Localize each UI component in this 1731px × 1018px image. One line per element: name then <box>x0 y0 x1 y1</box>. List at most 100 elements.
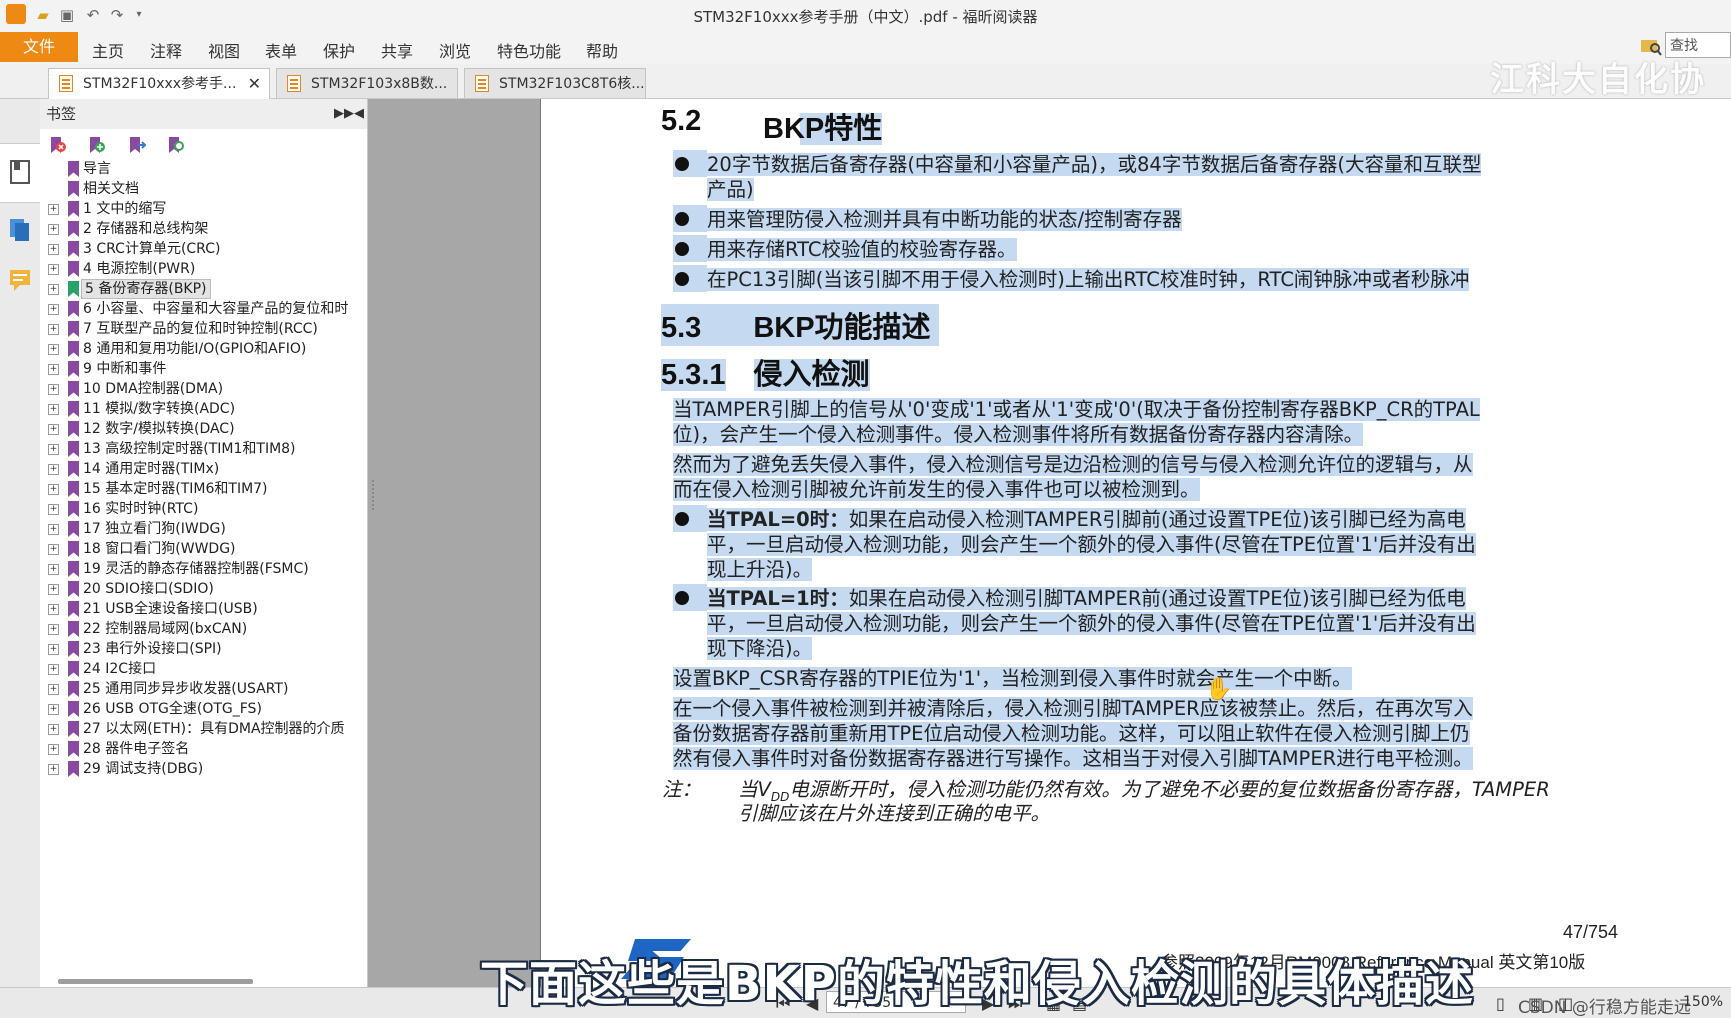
bookmark-flag-icon <box>68 241 79 257</box>
zoom-level[interactable]: 150% <box>1683 994 1723 1010</box>
collapse-panel-icon[interactable]: ◀ <box>354 99 364 129</box>
bookmark-item[interactable]: +8 通用和复用功能I/O(GPIO和AFIO) <box>40 339 367 359</box>
bookmark-label: 25 通用同步异步收发器(USART) <box>83 681 289 697</box>
expand-node-icon[interactable]: + <box>48 364 59 375</box>
bookmark-flag-icon <box>68 461 79 477</box>
bookmark-item[interactable]: +5 备份寄存器(BKP) <box>40 279 367 299</box>
bookmark-item[interactable]: +23 串行外设接口(SPI) <box>40 639 367 659</box>
bookmark-flag-icon <box>68 481 79 497</box>
bookmark-item[interactable]: +10 DMA控制器(DMA) <box>40 379 367 399</box>
bookmark-item[interactable]: +7 互联型产品的复位和时钟控制(RCC) <box>40 319 367 339</box>
bookmark-item[interactable]: +20 SDIO接口(SDIO) <box>40 579 367 599</box>
find-bookmark-icon[interactable] <box>167 136 185 154</box>
menu-features[interactable]: 特色功能 <box>497 38 561 62</box>
bookmark-item[interactable]: +25 通用同步异步收发器(USART) <box>40 679 367 699</box>
expand-node-icon[interactable]: + <box>48 604 59 615</box>
pages-panel-icon[interactable] <box>8 217 32 243</box>
bookmark-item[interactable]: +18 窗口看门狗(WWDG) <box>40 539 367 559</box>
expand-node-icon[interactable]: + <box>48 624 59 635</box>
expand-node-icon[interactable]: + <box>48 564 59 575</box>
bookmark-item[interactable]: +22 控制器局域网(bxCAN) <box>40 619 367 639</box>
expand-node-icon[interactable]: + <box>48 244 59 255</box>
bookmark-item[interactable]: +24 I2C接口 <box>40 659 367 679</box>
bookmark-item[interactable]: +27 以太网(ETH)：具有DMA控制器的介质 <box>40 719 367 739</box>
expand-node-icon[interactable]: + <box>48 684 59 695</box>
bookmark-item[interactable]: +9 中断和事件 <box>40 359 367 379</box>
menu-comment[interactable]: 注释 <box>150 38 182 62</box>
expand-node-icon[interactable]: + <box>48 704 59 715</box>
tab-stm32f103x8b-datasheet[interactable]: STM32F103x8B数... <box>276 68 458 98</box>
bookmark-panel-title: 书签 <box>46 105 77 123</box>
expand-node-icon[interactable]: + <box>48 204 59 215</box>
expand-node-icon[interactable]: + <box>48 424 59 435</box>
file-menu-button[interactable]: 文件 <box>0 32 78 62</box>
panel-splitter-handle[interactable] <box>372 480 377 510</box>
menu-view[interactable]: 视图 <box>208 38 240 62</box>
single-page-icon[interactable]: ▯ <box>1496 994 1505 1013</box>
expand-node-icon[interactable]: + <box>48 484 59 495</box>
bookmark-panel-icon[interactable] <box>8 159 32 185</box>
expand-node-icon[interactable]: + <box>48 644 59 655</box>
bookmark-item[interactable]: +13 高级控制定时器(TIM1和TIM8) <box>40 439 367 459</box>
bookmark-item[interactable]: +15 基本定时器(TIM6和TIM7) <box>40 479 367 499</box>
bookmark-label: 18 窗口看门狗(WWDG) <box>83 541 236 557</box>
tpal0-line: 现上升沿)。 <box>707 558 813 581</box>
bookmark-item[interactable]: +26 USB OTG全速(OTG_FS) <box>40 699 367 719</box>
bookmark-item[interactable]: +2 存储器和总线构架 <box>40 219 367 239</box>
feature-line: 用来管理防侵入检测并具有中断功能的状态/控制寄存器 <box>707 208 1182 231</box>
paragraph-line: 然有侵入事件时对备份数据寄存器进行写操作。这相当于对侵入引脚TAMPER进行电平… <box>673 747 1473 770</box>
expand-node-icon[interactable]: + <box>48 584 59 595</box>
bookmark-horizontal-scrollbar[interactable] <box>58 979 253 984</box>
expand-node-icon[interactable]: + <box>48 264 59 275</box>
menu-share[interactable]: 共享 <box>381 38 413 62</box>
expand-node-icon[interactable]: + <box>48 524 59 535</box>
menu-help[interactable]: 帮助 <box>586 38 618 62</box>
move-bookmark-icon[interactable] <box>128 136 146 154</box>
expand-node-icon[interactable]: + <box>48 344 59 355</box>
section-5-3-1-heading: 5.3.1 侵入检测 <box>661 359 870 391</box>
menu-browse[interactable]: 浏览 <box>439 38 471 62</box>
bookmark-item[interactable]: +1 文中的缩写 <box>40 199 367 219</box>
expand-node-icon[interactable]: + <box>48 404 59 415</box>
bookmark-item[interactable]: 导言 <box>40 159 367 179</box>
tab-stm32f10xxx-manual[interactable]: STM32F10xxx参考手... ✕ <box>48 68 270 99</box>
expand-node-icon[interactable]: + <box>48 384 59 395</box>
bookmark-item[interactable]: +17 独立看门狗(IWDG) <box>40 519 367 539</box>
title-bar: ▰ ▣ ↶ ↷ ▾ STM32F10xxx参考手册（中文）.pdf - 福昕阅读… <box>0 0 1731 30</box>
expand-node-icon[interactable]: + <box>48 724 59 735</box>
expand-node-icon[interactable]: + <box>48 444 59 455</box>
bookmark-item[interactable]: +29 调试支持(DBG) <box>40 759 367 779</box>
expand-node-icon[interactable]: + <box>48 324 59 335</box>
expand-node-icon[interactable]: + <box>48 764 59 775</box>
bookmark-item[interactable]: +16 实时时钟(RTC) <box>40 499 367 519</box>
expand-panel-icon[interactable]: ▶▶ <box>334 99 354 129</box>
comments-panel-icon[interactable] <box>8 267 32 293</box>
tpal1-line: 平，一旦启动侵入检测功能，则会产生一个额外的侵入事件(尽管在TPE位置'1'后并… <box>707 612 1476 635</box>
bookmark-item[interactable]: +11 模拟/数字转换(ADC) <box>40 399 367 419</box>
bookmark-item[interactable]: +4 电源控制(PWR) <box>40 259 367 279</box>
expand-node-icon[interactable]: + <box>48 504 59 515</box>
bookmark-item[interactable]: +19 灵活的静态存储器控制器(FSMC) <box>40 559 367 579</box>
feature-line: 用来存储RTC校验值的校验寄存器。 <box>707 238 1017 261</box>
menu-form[interactable]: 表单 <box>265 38 297 62</box>
tab-stm32f103c8t6-core[interactable]: STM32F103C8T6核... <box>464 68 646 98</box>
expand-node-icon[interactable]: + <box>48 224 59 235</box>
expand-node-icon[interactable]: + <box>48 464 59 475</box>
expand-node-icon[interactable]: + <box>48 284 59 295</box>
expand-node-icon[interactable]: + <box>48 304 59 315</box>
bookmark-item[interactable]: +21 USB全速设备接口(USB) <box>40 599 367 619</box>
expand-node-icon[interactable]: + <box>48 544 59 555</box>
add-bookmark-icon[interactable] <box>88 136 106 154</box>
bookmark-item[interactable]: +14 通用定时器(TIMx) <box>40 459 367 479</box>
menu-protect[interactable]: 保护 <box>323 38 355 62</box>
bookmark-item[interactable]: +6 小容量、中容量和大容量产品的复位和时 <box>40 299 367 319</box>
close-tab-icon[interactable]: ✕ <box>248 69 261 99</box>
menu-home[interactable]: 主页 <box>92 38 124 62</box>
bookmark-item[interactable]: +3 CRC计算单元(CRC) <box>40 239 367 259</box>
expand-node-icon[interactable]: + <box>48 744 59 755</box>
bookmark-item[interactable]: +12 数字/模拟转换(DAC) <box>40 419 367 439</box>
bookmark-item[interactable]: 相关文档 <box>40 179 367 199</box>
bookmark-item[interactable]: +28 器件电子签名 <box>40 739 367 759</box>
expand-node-icon[interactable]: + <box>48 664 59 675</box>
delete-bookmark-icon[interactable] <box>49 136 67 154</box>
